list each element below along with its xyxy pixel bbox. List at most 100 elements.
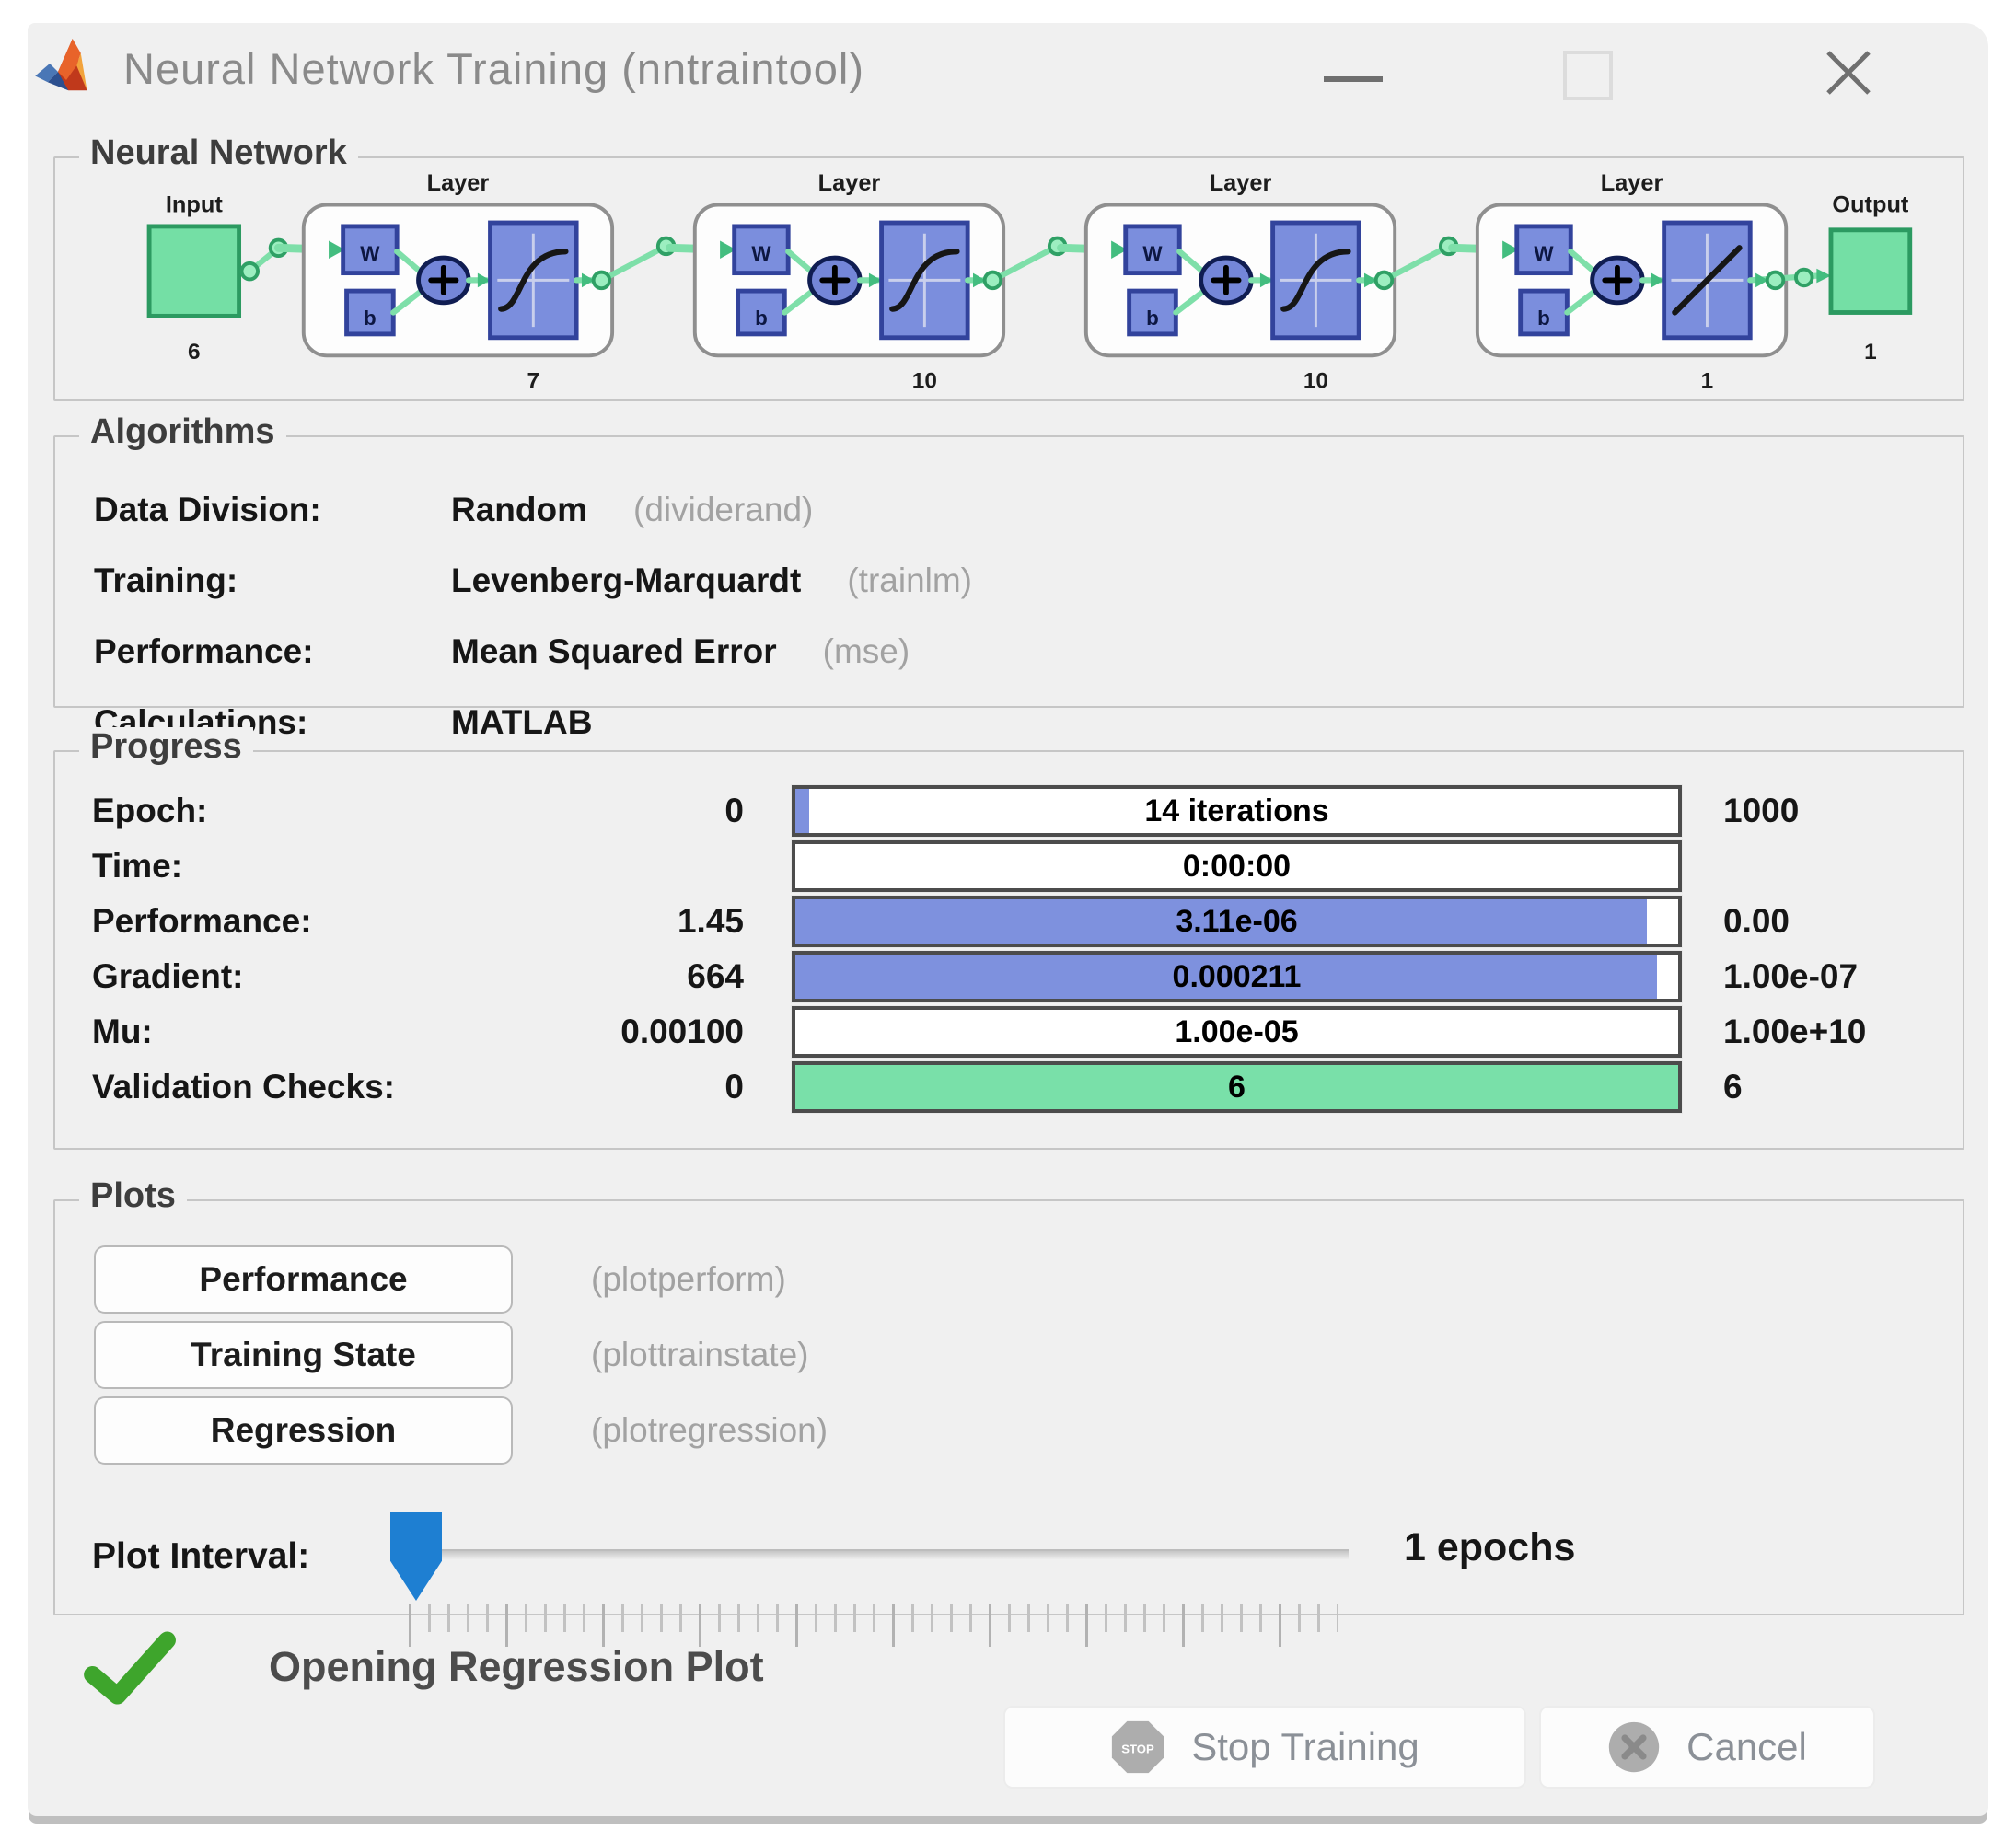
progress-max-value: 1000	[1723, 792, 1963, 830]
network-diagram: Input 6 Layer W b	[81, 151, 1937, 402]
wire-node	[594, 272, 610, 289]
progress-bar-text: 3.11e-06	[795, 899, 1678, 944]
progress-bar: 3.11e-06	[792, 896, 1682, 947]
progress-label: Mu:	[92, 1013, 514, 1051]
stop-training-button[interactable]: STOP Stop Training	[1003, 1706, 1526, 1789]
plot-code: (plottrainstate)	[591, 1336, 809, 1374]
algorithm-value: Random	[451, 491, 587, 529]
bias-box-label: b	[755, 307, 768, 330]
layer-size: 10	[1303, 368, 1328, 393]
maximize-button[interactable]	[1563, 51, 1613, 100]
layer-label: Layer	[1601, 170, 1663, 196]
plot-interval-value: 1 epochs	[1404, 1525, 1575, 1570]
plot-code: (plotperform)	[591, 1260, 786, 1299]
algorithm-label: Training:	[94, 562, 451, 600]
cancel-label: Cancel	[1686, 1725, 1807, 1769]
progress-max-value: 0.00	[1723, 902, 1963, 941]
progress-bar: 1.00e-05	[792, 1006, 1682, 1058]
neural-network-section: Neural Network Input 6 Layer W b	[53, 156, 1964, 401]
algorithms-rows: Data Division: Random (dividerand) Train…	[55, 437, 1963, 774]
layer-label: Layer	[818, 170, 881, 196]
wire-node	[1796, 270, 1813, 286]
algorithm-code: (mse)	[823, 632, 910, 671]
algorithm-value: MATLAB	[451, 703, 592, 742]
nn-output-node: Output 1	[1831, 191, 1910, 365]
progress-row-epoch: Epoch: 0 14 iterations 1000	[92, 783, 1963, 839]
minimize-button[interactable]	[1324, 76, 1383, 82]
performance-plot-button[interactable]: Performance	[94, 1245, 513, 1314]
progress-bar-text: 0.000211	[795, 955, 1678, 999]
cancel-button[interactable]: Cancel	[1539, 1706, 1875, 1789]
plot-row-performance: Performance (plotperform)	[94, 1242, 1963, 1317]
slider-track[interactable]	[396, 1549, 1349, 1559]
bias-box-label: b	[364, 307, 377, 330]
output-label: Output	[1832, 191, 1909, 217]
status-row: Opening Regression Plot	[81, 1627, 764, 1708]
progress-min-value: 0	[514, 1068, 744, 1106]
stop-training-label: Stop Training	[1191, 1725, 1419, 1769]
progress-bar-text: 0:00:00	[795, 844, 1678, 888]
section-title: Algorithms	[79, 412, 286, 452]
layer-size: 10	[912, 368, 937, 393]
cancel-x-icon	[1607, 1720, 1661, 1774]
algorithms-section: Algorithms Data Division: Random (divide…	[53, 435, 1964, 708]
progress-row-validation-checks: Validation Checks: 0 6 6	[92, 1059, 1963, 1115]
wire-node	[1767, 272, 1784, 289]
plot-interval-row: Plot Interval: 1 epochs	[55, 1488, 1963, 1617]
slider-thumb[interactable]	[390, 1512, 442, 1601]
progress-label: Epoch:	[92, 792, 514, 830]
checkmark-icon	[81, 1627, 177, 1708]
nn-layer-4: Layer W b 1	[1453, 170, 1831, 393]
algorithm-code: (dividerand)	[633, 491, 813, 529]
progress-label: Time:	[92, 847, 514, 886]
progress-bar-text: 14 iterations	[795, 789, 1678, 833]
progress-row-gradient: Gradient: 664 0.000211 1.00e-07	[92, 949, 1963, 1004]
window-title: Neural Network Training (nntraintool)	[123, 43, 864, 94]
weight-box-label: W	[1142, 242, 1163, 265]
progress-max-value: 6	[1723, 1068, 1963, 1106]
wire-node	[1376, 272, 1393, 289]
section-title: Plots	[79, 1176, 187, 1216]
nn-input-node: Input 6	[149, 191, 286, 365]
nn-layer-3: Layer W b 10	[1061, 170, 1457, 393]
training-state-plot-button[interactable]: Training State	[94, 1321, 513, 1389]
algorithm-row-data-division: Data Division: Random (dividerand)	[94, 491, 1963, 562]
progress-bar: 0.000211	[792, 951, 1682, 1002]
progress-min-value: 1.45	[514, 902, 744, 941]
progress-section: Progress Epoch: 0 14 iterations 1000 Tim…	[53, 750, 1964, 1150]
algorithm-row-performance: Performance: Mean Squared Error (mse)	[94, 632, 1963, 703]
plot-row-training-state: Training State (plottrainstate)	[94, 1317, 1963, 1393]
plot-interval-label: Plot Interval:	[92, 1536, 309, 1577]
wire-node	[241, 263, 258, 280]
algorithm-label: Performance:	[94, 632, 451, 671]
progress-label: Gradient:	[92, 957, 514, 996]
section-title: Neural Network	[79, 133, 358, 173]
section-title: Progress	[79, 727, 253, 767]
layer-size: 7	[527, 368, 540, 393]
algorithm-value: Mean Squared Error	[451, 632, 777, 671]
regression-plot-button[interactable]: Regression	[94, 1396, 513, 1465]
layer-label: Layer	[427, 170, 490, 196]
plot-code: (plotregression)	[591, 1411, 828, 1450]
bias-box-label: b	[1146, 307, 1159, 330]
close-icon[interactable]	[1821, 45, 1876, 100]
plot-interval-slider[interactable]	[396, 1488, 1353, 1617]
weight-box-label: W	[751, 242, 771, 265]
matlab-logo-icon	[33, 32, 99, 95]
progress-min-value: 0	[514, 792, 744, 830]
svg-text:STOP: STOP	[1122, 1743, 1155, 1756]
progress-bar: 6	[792, 1061, 1682, 1113]
progress-row-performance: Performance: 1.45 3.11e-06 0.00	[92, 894, 1963, 949]
progress-row-time: Time: 0:00:00	[92, 839, 1963, 894]
input-label: Input	[166, 191, 223, 217]
bias-box-label: b	[1537, 307, 1550, 330]
progress-bar: 0:00:00	[792, 840, 1682, 892]
algorithm-label: Data Division:	[94, 491, 451, 529]
plot-row-regression: Regression (plotregression)	[94, 1393, 1963, 1468]
wire-node	[985, 272, 1002, 289]
plots-rows: Performance (plotperform) Training State…	[55, 1201, 1963, 1468]
progress-bar: 14 iterations	[792, 785, 1682, 837]
progress-row-mu: Mu: 0.00100 1.00e-05 1.00e+10	[92, 1004, 1963, 1059]
weight-box-label: W	[360, 242, 380, 265]
algorithm-code: (trainlm)	[847, 562, 972, 600]
